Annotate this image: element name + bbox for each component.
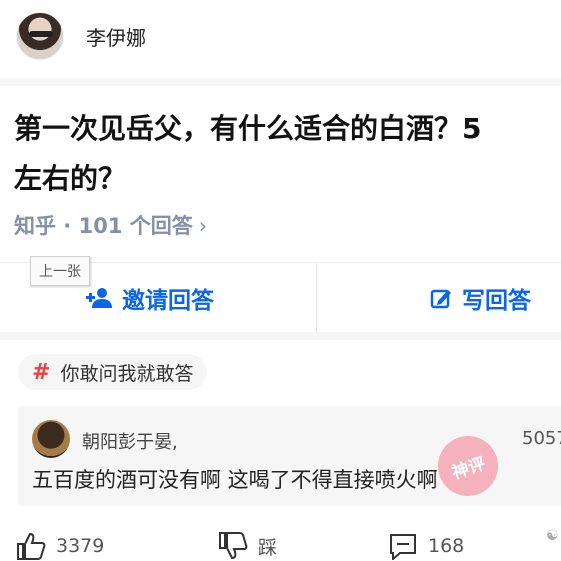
commenter-avatar[interactable] xyxy=(32,420,70,458)
author-name[interactable]: 李伊娜 xyxy=(86,22,146,51)
thumbs-down-icon xyxy=(219,532,248,560)
previous-image-tooltip: 上一张 xyxy=(30,256,90,286)
comment-text: 五百度的酒可没有啊 这喝了不得直接喷火啊 xyxy=(32,468,438,492)
profile-header: 李伊娜 xyxy=(0,0,561,78)
section-divider xyxy=(0,332,561,340)
write-answer-button[interactable]: 写回答 xyxy=(430,281,531,315)
hash-icon: # xyxy=(32,359,51,385)
action-divider xyxy=(316,263,317,333)
bottom-action-bar: 3379 踩 168 xyxy=(0,530,561,561)
commenter-name[interactable]: 朝阳彭于晏, xyxy=(82,428,178,454)
topic-tag[interactable]: # 你敢问我就敢答 xyxy=(18,354,208,390)
chevron-right-icon: › xyxy=(198,214,208,238)
answer-count-link[interactable]: 知乎 · 101 个回答 › xyxy=(14,210,207,240)
comment-icon xyxy=(390,534,416,560)
thumbs-up-icon xyxy=(17,532,46,560)
add-user-icon xyxy=(86,288,112,308)
author-avatar[interactable] xyxy=(16,12,64,60)
comment-count: 168 xyxy=(428,535,465,557)
comment-button[interactable]: 168 xyxy=(388,532,464,560)
answer-count-text: 知乎 · 101 个回答 xyxy=(14,214,193,238)
invite-answer-button[interactable]: 邀请回答 xyxy=(86,281,214,315)
question-title[interactable]: 第一次见岳父，有什么适合的白酒？5 左右的？ xyxy=(14,104,561,204)
watermark-icon: ☯ xyxy=(546,528,559,544)
question-title-line2: 左右的？ xyxy=(14,162,127,195)
section-divider xyxy=(0,78,561,86)
dislike-button[interactable]: 踩 xyxy=(218,532,277,560)
invite-answer-label: 邀请回答 xyxy=(122,288,214,314)
like-count: 3379 xyxy=(56,535,105,557)
sunglasses-shape xyxy=(29,31,53,37)
dislike-label: 踩 xyxy=(258,536,278,559)
topic-label: 你敢问我就敢答 xyxy=(60,362,194,385)
question-title-line1: 第一次见岳父，有什么适合的白酒？5 xyxy=(14,112,482,145)
comment-like-count: 5057 xyxy=(522,428,561,449)
write-answer-label: 写回答 xyxy=(462,288,531,314)
like-button[interactable]: 3379 xyxy=(16,532,104,560)
edit-icon xyxy=(430,289,451,309)
